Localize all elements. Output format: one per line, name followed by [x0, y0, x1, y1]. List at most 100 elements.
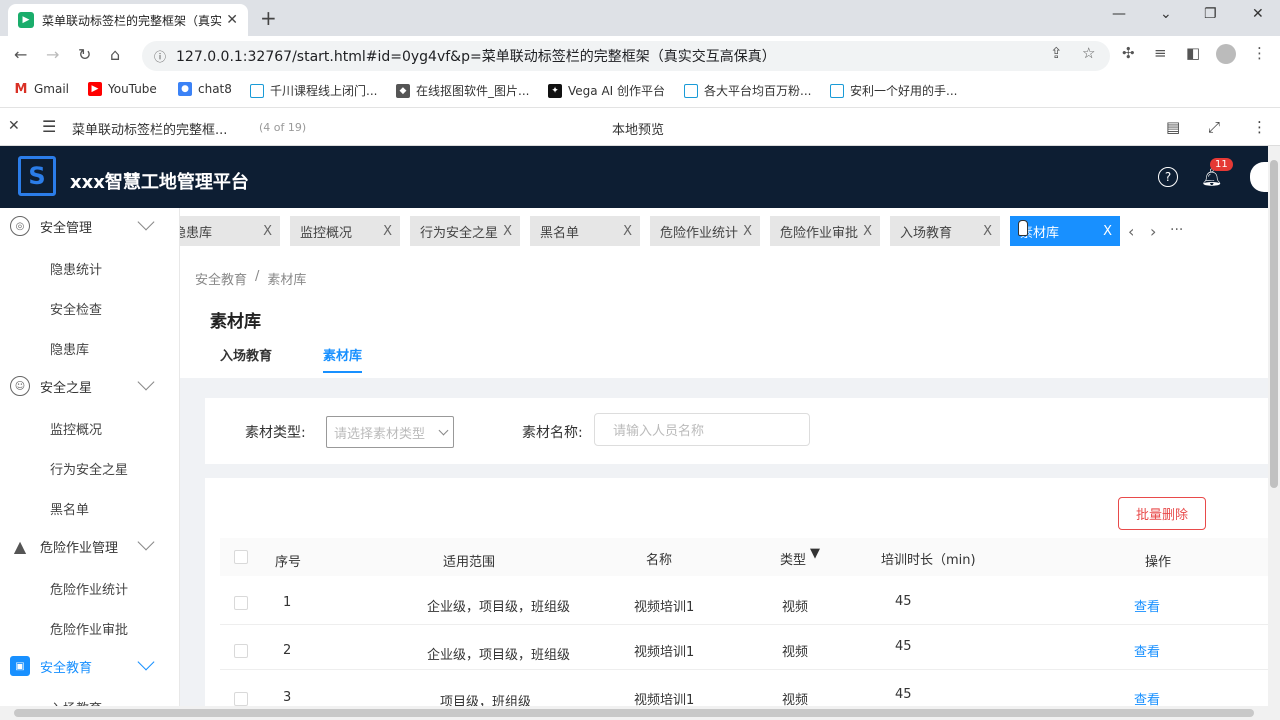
home-icon[interactable]: ⌂ [110, 45, 120, 64]
row-divider [220, 624, 1268, 625]
bookmark-vega[interactable]: ✦ Vega AI 创作平台 [548, 82, 665, 99]
row-duration: 45 [895, 639, 912, 654]
chevron-down-icon [137, 213, 155, 231]
breadcrumb: 安全教育 / 素材库 [195, 269, 306, 288]
sidebar-group-safety-education[interactable]: ▣ 安全教育 [0, 646, 180, 686]
sidebar-group-hazardous-work[interactable]: ▲ 危险作业管理 [0, 526, 180, 566]
preview-menu-icon[interactable]: ☰ [42, 117, 56, 136]
sidebar-item-hazardous-stats[interactable]: 危险作业统计 [50, 579, 128, 598]
bookmark-star-icon[interactable]: ☆ [1082, 44, 1095, 62]
tab-close-icon[interactable]: ✕ [226, 12, 238, 28]
bookmark-platforms[interactable]: 各大平台均百万粉... [684, 82, 811, 99]
breadcrumb-current: 素材库 [267, 273, 307, 288]
bookmark-chat8[interactable]: ● chat8 [178, 82, 232, 96]
select-all-checkbox[interactable] [234, 550, 248, 564]
sidebar-item-monitor-overview[interactable]: 监控概况 [50, 419, 102, 438]
preview-close-icon[interactable]: ✕ [8, 118, 20, 134]
new-tab-button[interactable]: + [260, 6, 277, 30]
tag-close-icon[interactable]: X [383, 224, 392, 239]
sidebar-item-hazard-library[interactable]: 隐患库 [50, 339, 89, 358]
tag-hazardous-stats[interactable]: 危险作业统计 X [650, 216, 760, 246]
tag-hazardous-approval[interactable]: 危险作业审批 X [770, 216, 880, 246]
sidebar-group-safety-star[interactable]: ☺ 安全之星 [0, 366, 180, 406]
view-link[interactable]: 查看 [1134, 596, 1160, 615]
tags-more-icon[interactable]: ··· [1170, 222, 1183, 238]
notification-badge: 11 [1210, 158, 1233, 171]
filter-icon[interactable]: ▼ [810, 546, 820, 561]
sidebar-item-hazardous-approval[interactable]: 危险作业审批 [50, 619, 128, 638]
row-checkbox[interactable] [234, 644, 248, 658]
browser-tab[interactable]: ▶ 菜单联动标签栏的完整框架（真实 ✕ [8, 4, 248, 36]
tag-behavior-star[interactable]: 行为安全之星 X [410, 216, 520, 246]
preview-center-label: 本地预览 [612, 123, 665, 138]
sidebar-item-behavior-star[interactable]: 行为安全之星 [50, 459, 128, 478]
bookmark-koutu[interactable]: ◆ 在线抠图软件_图片... [396, 82, 529, 99]
tag-close-icon[interactable]: X [863, 224, 872, 239]
tag-monitor-overview[interactable]: 监控概况 X [290, 216, 400, 246]
batch-delete-button[interactable]: 批量删除 [1118, 497, 1206, 530]
row-name: 视频培训1 [634, 600, 695, 615]
breadcrumb-parent[interactable]: 安全教育 [195, 269, 247, 288]
material-name-label: 素材名称: [522, 425, 583, 441]
tag-close-icon[interactable]: X [983, 224, 992, 239]
tag-close-icon[interactable]: X [503, 224, 512, 239]
breadcrumb-separator: / [255, 269, 260, 284]
restore-icon[interactable]: ❐ [1204, 6, 1217, 22]
tag-close-icon[interactable]: X [1103, 224, 1112, 239]
row-checkbox[interactable] [234, 692, 248, 706]
window-close-icon[interactable]: ✕ [1252, 6, 1264, 22]
preview-more-icon[interactable]: ⋮ [1252, 118, 1267, 136]
preview-doc-title: 菜单联动标签栏的完整框... [72, 123, 228, 138]
horizontal-scroll-thumb[interactable] [14, 709, 1254, 717]
tag-close-icon[interactable]: X [263, 224, 272, 239]
profile-avatar[interactable] [1216, 44, 1236, 64]
person-icon: ☺ [10, 376, 30, 396]
forward-icon[interactable]: → [46, 45, 59, 64]
sidebar-group-safety-management[interactable]: ◎ 安全管理 [0, 206, 180, 246]
tag-entry-education[interactable]: 入场教育 X [890, 216, 1000, 246]
view-link[interactable]: 查看 [1134, 641, 1160, 660]
tag-hazard-library[interactable]: 隐患库X [180, 216, 280, 246]
sidebar-item-hazard-stats[interactable]: 隐患统计 [50, 259, 102, 278]
row-name: 视频培训1 [634, 645, 695, 660]
address-bar[interactable]: ⓘ 127.0.0.1:32767/start.html#id=0yg4vf&p… [142, 41, 1110, 71]
bookmark-anli[interactable]: 安利一个好用的手... [830, 82, 957, 99]
bell-icon[interactable]: 🔔︎ [1201, 168, 1223, 188]
help-icon[interactable]: ? [1158, 167, 1178, 187]
chevron-down-icon [137, 653, 155, 671]
back-icon[interactable]: ← [14, 45, 27, 64]
chat-icon: ● [178, 82, 192, 96]
tab-search-icon[interactable]: ⌄ [1160, 6, 1172, 22]
material-name-input[interactable]: 请输入人员名称 [594, 413, 810, 446]
reload-icon[interactable]: ↻ [78, 45, 91, 64]
site-info-icon[interactable]: ⓘ [154, 48, 166, 65]
sidebar-item-safety-check[interactable]: 安全检查 [50, 299, 102, 318]
bookmark-qianchuan[interactable]: 千川课程线上闭门... [250, 82, 377, 99]
tag-close-icon[interactable]: X [623, 224, 632, 239]
bookmark-youtube[interactable]: ▶ YouTube [88, 82, 157, 96]
media-icon[interactable]: ≡ [1154, 44, 1167, 62]
sidebar-group-label: 安全之星 [40, 380, 93, 396]
browser-menu-icon[interactable]: ⋮ [1252, 44, 1267, 62]
sidepanel-icon[interactable]: ◧ [1186, 44, 1200, 62]
tag-close-icon[interactable]: X [743, 224, 752, 239]
tags-next-icon[interactable]: › [1150, 222, 1156, 241]
expand-icon[interactable]: ⤢ [1208, 118, 1220, 136]
vertical-scroll-thumb[interactable] [1270, 160, 1278, 488]
row-checkbox[interactable] [234, 596, 248, 610]
tag-blacklist[interactable]: 黑名单 X [530, 216, 640, 246]
sidebar-item-blacklist[interactable]: 黑名单 [50, 499, 89, 518]
tags-prev-icon[interactable]: ‹ [1128, 222, 1134, 241]
subtab-entry-education[interactable]: 入场教育 [220, 345, 272, 364]
subtab-material-library[interactable]: 素材库 [323, 345, 363, 373]
extensions-icon[interactable]: ✣ [1122, 44, 1135, 62]
bookmark-gmail[interactable]: M Gmail [14, 82, 69, 97]
minimize-icon[interactable]: — [1112, 6, 1126, 22]
row-duration: 45 [895, 594, 912, 609]
col-scope: 适用范围 [443, 555, 496, 570]
youtube-icon: ▶ [88, 82, 102, 96]
cursor-hand-icon [1018, 220, 1028, 236]
notes-icon[interactable]: ▤ [1166, 118, 1180, 136]
share-icon[interactable]: ⇪ [1050, 44, 1063, 62]
material-type-select[interactable]: 请选择素材类型 [326, 416, 454, 448]
